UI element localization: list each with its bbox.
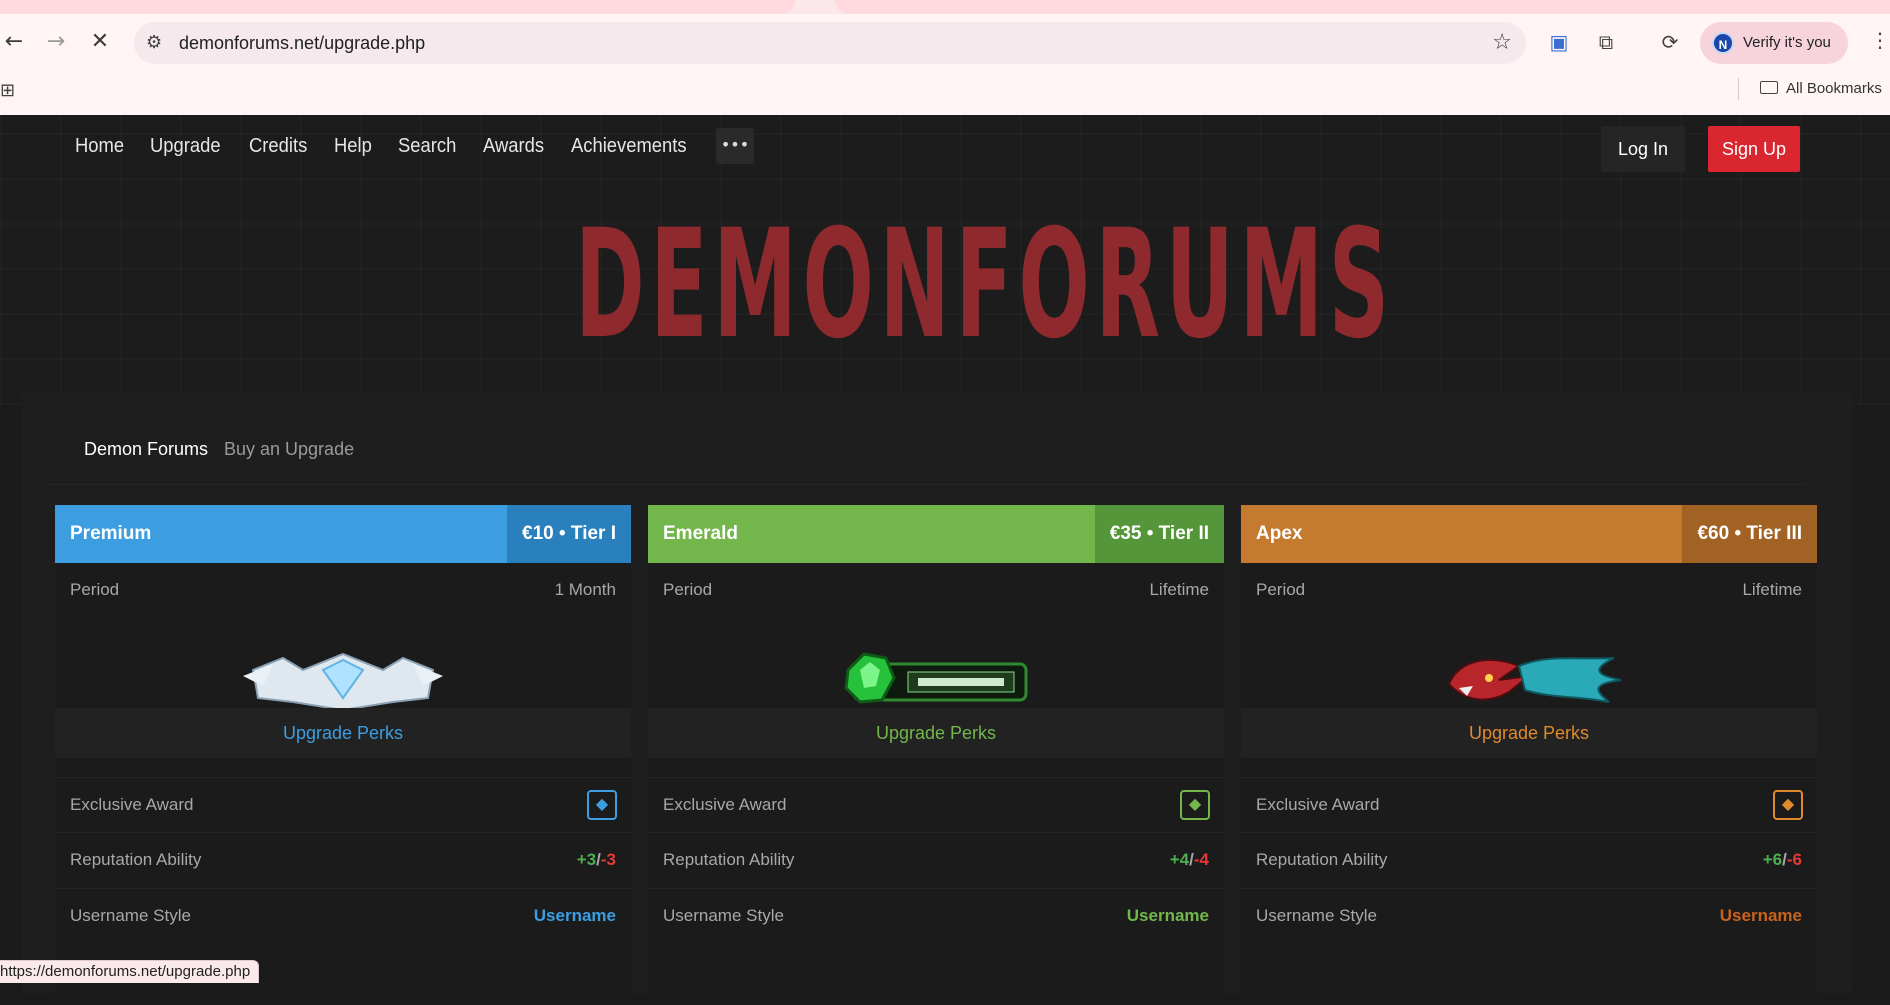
plan-name: Emerald: [663, 523, 738, 544]
site-info-icon[interactable]: ⚙: [146, 32, 162, 53]
site-page: Home Upgrade Credits Help Search Awards Achiev…: [0, 115, 1890, 1005]
plan-price: €60 • Tier III: [1682, 505, 1817, 563]
username-style-value: Username: [1126, 906, 1209, 925]
verify-profile-button[interactable]: N Verify it's you: [1700, 22, 1848, 64]
site-logo[interactable]: DEMONFORUMS: [575, 210, 1389, 360]
breadcrumb: Demon Forums Buy an Upgrade: [46, 415, 1806, 485]
reputation-value: +6/-6: [1763, 850, 1802, 870]
status-bar-url: https://demonforums.net/upgrade.php: [0, 960, 260, 983]
breadcrumb-current: Buy an Upgrade: [224, 439, 355, 459]
upgrade-panel: Demon Forums Buy an Upgrade Premium €10 …: [22, 393, 1852, 1005]
plan-name: Apex: [1256, 523, 1303, 544]
url-text[interactable]: demonforums.net/upgrade.php: [179, 33, 425, 54]
exclusive-award-row: Exclusive Award ◆: [55, 777, 631, 833]
rep-plus: +3: [576, 850, 597, 869]
bookmark-star-icon[interactable]: ☆: [1492, 30, 1512, 55]
reputation-row: Reputation Ability +4/-4: [648, 833, 1224, 889]
award-label: Exclusive Award: [663, 795, 787, 814]
back-icon[interactable]: ←: [0, 28, 28, 56]
period-label: Period: [663, 580, 713, 599]
signup-button[interactable]: Sign Up: [1708, 126, 1800, 172]
rep-plus: +4: [1169, 850, 1190, 869]
rep-minus: -3: [600, 850, 616, 869]
plan-price: €35 • Tier II: [1094, 505, 1224, 563]
performance-icon[interactable]: ⟳: [1656, 28, 1684, 56]
upgrade-perks-link[interactable]: Upgrade Perks: [1241, 708, 1817, 758]
reputation-value: +4/-4: [1170, 850, 1209, 870]
period-label: Period: [1256, 580, 1306, 599]
verify-label: Verify it's you: [1743, 34, 1831, 51]
breadcrumb-home[interactable]: Demon Forums: [84, 439, 208, 460]
all-bookmarks-label: All Bookmarks: [1786, 80, 1882, 97]
rep-minus: -6: [1786, 850, 1802, 869]
username-style-label: Username Style: [70, 906, 191, 925]
more-menu-button[interactable]: •••: [716, 128, 754, 164]
plan-header[interactable]: Premium €10 • Tier I: [55, 505, 631, 563]
username-style-value: Username: [533, 906, 616, 925]
plan-price: €10 • Tier I: [507, 505, 631, 563]
apex-award-icon: ◆: [1773, 790, 1803, 820]
period-value: Lifetime: [1742, 580, 1802, 599]
nav-awards[interactable]: Awards: [483, 135, 544, 158]
reputation-label: Reputation Ability: [70, 850, 202, 869]
emerald-award-icon: ◆: [1180, 790, 1210, 820]
stop-loading-icon[interactable]: ✕: [86, 28, 114, 56]
folder-icon: [1760, 81, 1778, 94]
reputation-value: +3/-3: [577, 850, 616, 870]
nav-credits[interactable]: Credits: [249, 135, 307, 158]
reputation-row: Reputation Ability +6/-6: [1241, 833, 1817, 889]
period-value: 1 Month: [554, 580, 616, 599]
rep-minus: -4: [1193, 850, 1209, 869]
nav-home[interactable]: Home: [75, 135, 124, 158]
tab-right[interactable]: [835, 0, 1890, 14]
period-row: Period 1 Month: [55, 563, 631, 619]
upgrade-perks-link[interactable]: Upgrade Perks: [55, 708, 631, 758]
browser-menu-icon[interactable]: ⋮: [1870, 28, 1890, 52]
period-value: Lifetime: [1149, 580, 1209, 599]
extension-icon[interactable]: ▣: [1545, 28, 1573, 56]
exclusive-award-row: Exclusive Award ◆: [648, 777, 1224, 833]
plan-header[interactable]: Apex €60 • Tier III: [1241, 505, 1817, 563]
username-style-row: Username Style Username: [55, 889, 631, 945]
award-label: Exclusive Award: [1256, 795, 1380, 814]
plan-card-emerald: Emerald €35 • Tier II Period Lifetime Up…: [648, 505, 1224, 1005]
browser-chrome: ← → ✕ ⚙ demonforums.net/upgrade.php ☆ ▣ …: [0, 0, 1890, 115]
username-style-label: Username Style: [663, 906, 784, 925]
reputation-label: Reputation Ability: [1256, 850, 1388, 869]
rep-plus: +6: [1762, 850, 1783, 869]
period-label: Period: [70, 580, 120, 599]
plan-card-premium: Premium €10 • Tier I Period 1 Month Upgr…: [55, 505, 631, 1005]
nav-search[interactable]: Search: [398, 135, 456, 158]
plan-card-apex: Apex €60 • Tier III Period Lifetime Upgr…: [1241, 505, 1817, 1005]
upgrade-perks-link[interactable]: Upgrade Perks: [648, 708, 1224, 758]
award-label: Exclusive Award: [70, 795, 194, 814]
plan-header[interactable]: Emerald €35 • Tier II: [648, 505, 1224, 563]
tab-left[interactable]: [0, 0, 795, 14]
main-nav: Home Upgrade Credits Help Search Awards Achiev…: [75, 135, 719, 175]
period-row: Period Lifetime: [1241, 563, 1817, 619]
diamond-award-icon: ◆: [587, 790, 617, 820]
login-button[interactable]: Log In: [1601, 126, 1685, 172]
username-style-row: Username Style Username: [648, 889, 1224, 945]
all-bookmarks-button[interactable]: All Bookmarks: [1760, 80, 1882, 97]
forward-icon[interactable]: →: [42, 28, 70, 56]
tab-strip: [0, 0, 1890, 14]
address-bar[interactable]: ⚙ demonforums.net/upgrade.php ☆: [134, 22, 1526, 64]
exclusive-award-row: Exclusive Award ◆: [1241, 777, 1817, 833]
period-row: Period Lifetime: [648, 563, 1224, 619]
reputation-label: Reputation Ability: [663, 850, 795, 869]
plan-name: Premium: [70, 523, 152, 544]
username-style-value: Username: [1719, 906, 1802, 925]
username-style-row: Username Style Username: [1241, 889, 1817, 945]
nav-upgrade[interactable]: Upgrade: [150, 135, 221, 158]
extensions-puzzle-icon[interactable]: ⧉: [1592, 28, 1620, 56]
apps-grid-icon[interactable]: ⊞: [0, 80, 15, 101]
bookmarks-separator: [1738, 78, 1739, 100]
nav-achievements[interactable]: Achievements: [571, 135, 687, 158]
nav-help[interactable]: Help: [334, 135, 372, 158]
reputation-row: Reputation Ability +3/-3: [55, 833, 631, 889]
username-style-label: Username Style: [1256, 906, 1377, 925]
avatar: N: [1712, 32, 1734, 54]
